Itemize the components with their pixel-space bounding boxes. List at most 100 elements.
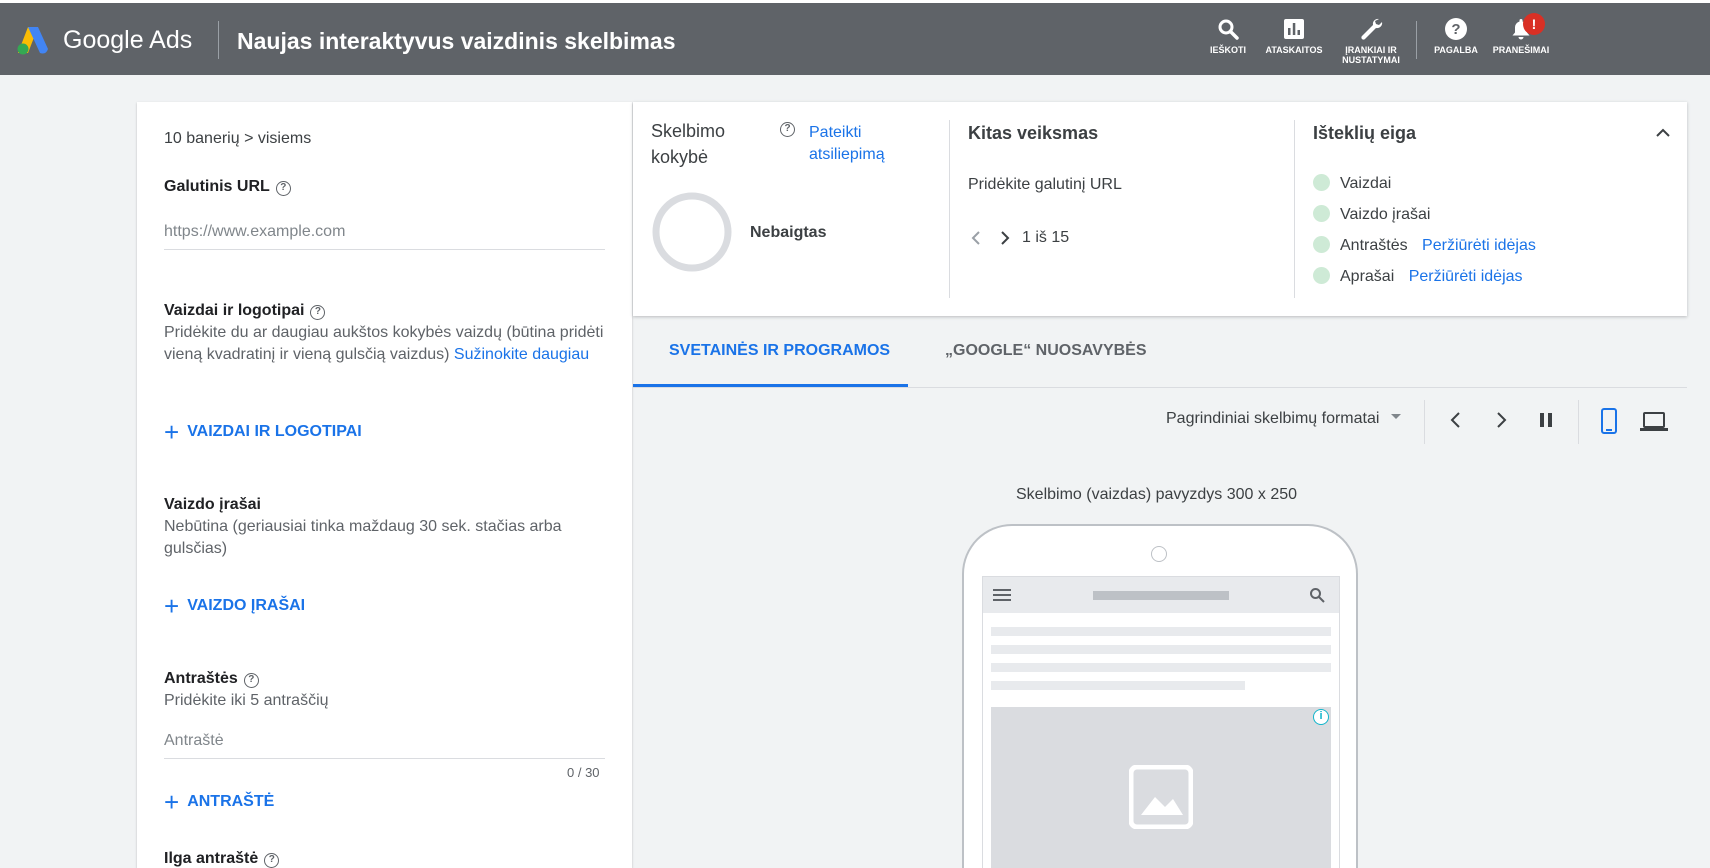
plus-icon: +	[164, 787, 180, 817]
images-description: Pridėkite du ar daugiau aukštos kokybės …	[164, 322, 605, 366]
headlines-description: Pridėkite iki 5 antraščių	[164, 692, 329, 709]
phone-camera	[1151, 546, 1167, 562]
final-url-input[interactable]: https://www.example.com	[164, 223, 605, 250]
quality-gauge-icon	[652, 192, 732, 272]
final-url-placeholder: https://www.example.com	[164, 223, 346, 240]
format-select-value: Pagrindiniai skelbimų formatai	[1166, 410, 1380, 427]
asset-item-headlines-label: Antraštės	[1340, 237, 1408, 254]
view-ideas-link[interactable]: Peržiūrėti idėjas	[1409, 268, 1523, 285]
tab-sites-apps[interactable]: SVETAINĖS IR PROGRAMOS	[669, 342, 890, 360]
asset-progress-title: Išteklių eiga	[1313, 123, 1417, 143]
reports-button[interactable]: ATASKAITOS	[1254, 17, 1334, 55]
help-icon: ?	[1445, 18, 1467, 40]
text-line-placeholder	[991, 663, 1331, 672]
chevron-left-icon[interactable]	[968, 230, 984, 246]
plus-icon: +	[164, 591, 180, 621]
ad-form-panel: 10 banerių > visiems Galutinis URL? http…	[137, 102, 632, 868]
add-videos-label: VAIZDO ĮRAŠAI	[187, 597, 306, 614]
long-headline-label-text: Ilga antraštė	[164, 850, 259, 867]
browser-bar	[983, 577, 1339, 613]
headline-input[interactable]: Antraštė	[164, 732, 605, 759]
format-select[interactable]: Pagrindiniai skelbimų formatai	[1166, 410, 1402, 428]
help-circle-icon[interactable]: ?	[780, 122, 795, 137]
breadcrumb: 10 banerių > visiems	[164, 130, 312, 147]
image-placeholder-icon	[1129, 765, 1193, 829]
tab-google-properties[interactable]: „GOOGLE“ NUOSAVYBĖS	[945, 342, 1147, 360]
quality-status: Nebaigtas	[750, 224, 827, 241]
asset-item-images: Vaizdai	[1313, 173, 1391, 195]
add-images-logos-button[interactable]: + VAIZDAI IR LOGOTIPAI	[164, 417, 362, 447]
plus-icon: +	[164, 417, 180, 447]
learn-more-link[interactable]: Sužinokite daugiau	[454, 346, 589, 363]
text-line-placeholder	[991, 645, 1331, 654]
headline-char-counter: 0 / 30	[567, 765, 600, 780]
preview-sample-label: Skelbimo (vaizdas) pavyzdys 300 x 250	[1016, 486, 1298, 503]
chevron-left-icon[interactable]	[1446, 410, 1466, 430]
asset-item-descriptions: Aprašai Peržiūrėti idėjas	[1313, 266, 1523, 288]
notifications-button[interactable]: PRANEŠIMAI	[1481, 17, 1561, 55]
summary-divider	[949, 120, 950, 298]
ad-info-icon[interactable]: i	[1313, 709, 1329, 725]
long-headline-label: Ilga antraštė?	[164, 848, 280, 868]
tools-settings-button[interactable]: ĮRANKIAI IR NUSTATYMAI	[1331, 17, 1411, 65]
status-dot-icon	[1313, 174, 1330, 191]
text-line-placeholder	[991, 681, 1245, 690]
videos-description: Nebūtina (geriausiai tinka maždaug 30 se…	[164, 518, 562, 557]
view-ideas-link[interactable]: Peržiūrėti idėjas	[1422, 237, 1536, 254]
ad-quality-title: Skelbimo kokybė	[651, 121, 726, 167]
add-headline-label: ANTRAŠTĖ	[187, 793, 275, 810]
next-action-text: Pridėkite galutinį URL	[968, 176, 1122, 193]
toolbar-separator	[1578, 400, 1579, 444]
status-dot-icon	[1313, 236, 1330, 253]
tools-settings-label: ĮRANKIAI IR NUSTATYMAI	[1342, 45, 1400, 65]
final-url-label: Galutinis URL?	[164, 176, 291, 198]
help-circle-icon[interactable]: ?	[264, 853, 280, 868]
images-label: Vaizdai ir logotipai?	[164, 300, 326, 322]
hamburger-menu-icon	[993, 589, 1011, 601]
headline-placeholder: Antraštė	[164, 732, 224, 749]
mobile-device-icon[interactable]	[1598, 408, 1620, 434]
search-icon	[1310, 588, 1325, 603]
reports-label: ATASKAITOS	[1265, 45, 1323, 55]
asset-item-videos-label: Vaizdo įrašai	[1340, 206, 1431, 223]
chevron-right-icon[interactable]	[997, 230, 1013, 246]
notification-badge: !	[1523, 13, 1545, 35]
preview-tabs: SVETAINĖS IR PROGRAMOS „GOOGLE“ NUOSAVYB…	[633, 318, 1687, 388]
headlines-label-text: Antraštės	[164, 670, 238, 687]
next-action-title: Kitas veiksmas	[968, 123, 1099, 143]
text-line-placeholder	[991, 627, 1331, 636]
toolbar-separator	[1424, 400, 1425, 444]
pause-icon[interactable]	[1536, 410, 1556, 430]
brand-name: Google Ads	[63, 26, 193, 54]
summary-divider	[1294, 120, 1295, 298]
phone-preview-frame: i	[962, 524, 1358, 868]
chevron-up-icon[interactable]	[1655, 125, 1671, 141]
notifications-label: PRANEŠIMAI	[1492, 45, 1550, 55]
desktop-device-icon[interactable]	[1640, 410, 1668, 432]
help-label: PAGALBA	[1434, 45, 1478, 55]
page-title: Naujas interaktyvus vaizdinis skelbimas	[237, 28, 676, 54]
feedback-link[interactable]: Pateikti atsiliepimą	[809, 122, 909, 166]
status-dot-icon	[1313, 267, 1330, 284]
add-headline-button[interactable]: + ANTRAŠTĖ	[164, 787, 275, 817]
google-ads-logo-icon[interactable]	[16, 25, 50, 55]
wrench-icon	[1361, 18, 1383, 40]
asset-item-headlines: Antraštės Peržiūrėti idėjas	[1313, 235, 1536, 257]
asset-item-videos: Vaizdo įrašai	[1313, 204, 1430, 226]
help-circle-icon[interactable]: ?	[275, 181, 291, 196]
reports-icon	[1284, 19, 1304, 39]
add-images-logos-label: VAIZDAI IR LOGOTIPAI	[187, 423, 362, 440]
add-videos-button[interactable]: + VAIZDO ĮRAŠAI	[164, 591, 306, 621]
dropdown-arrow-icon	[1390, 414, 1401, 419]
pager-text: 1 iš 15	[1022, 229, 1070, 246]
asset-item-descriptions-label: Aprašai	[1340, 268, 1395, 285]
help-circle-icon[interactable]: ?	[243, 673, 259, 688]
svg-text:?: ?	[1451, 21, 1460, 38]
status-dot-icon	[1313, 205, 1330, 222]
ad-image-placeholder: i	[991, 707, 1331, 868]
header-divider	[218, 21, 219, 59]
chevron-right-icon[interactable]	[1491, 410, 1511, 430]
help-circle-icon[interactable]: ?	[310, 305, 326, 320]
images-label-text: Vaizdai ir logotipai	[164, 302, 305, 319]
active-tab-indicator	[633, 384, 908, 387]
